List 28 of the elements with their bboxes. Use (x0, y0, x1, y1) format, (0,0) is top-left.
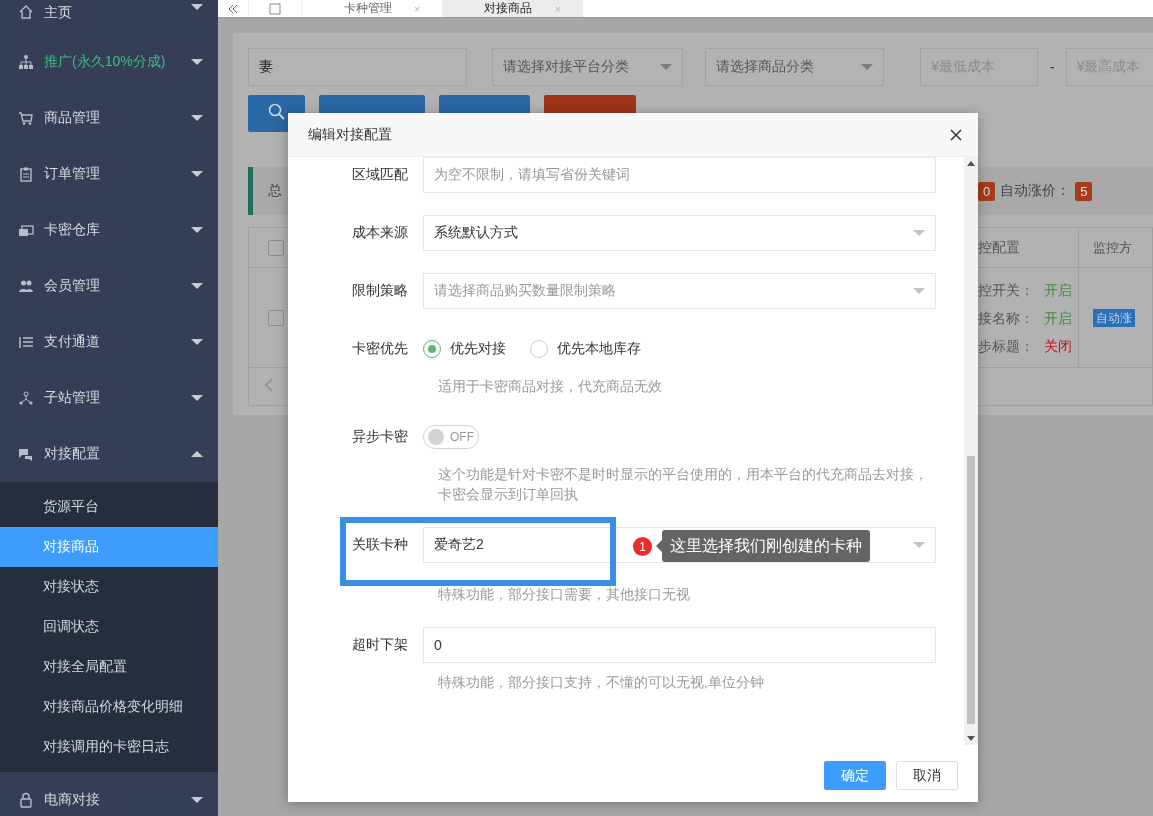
column-header: 监控方 (1092, 239, 1132, 255)
tooltip: 这里选择我们刚创建的卡种 (656, 530, 870, 562)
hint-text: 这个功能是针对卡密不是时时显示的平台使用的，用本平台的代充商品去对接，卡密会显示到订单回执 (438, 466, 929, 504)
dialog-title: 编辑对接配置 (308, 125, 392, 144)
stats-label: 总 (268, 182, 283, 200)
column-header: 控配置 (977, 238, 1020, 255)
hint-text: 特殊功能，部分接口需要，其他接口无视 (438, 586, 691, 604)
hint-text: 特殊功能，部分接口支持，不懂的可以无视,单位分钟 (438, 674, 765, 692)
status-tag: 自动涨 (1092, 308, 1135, 327)
field-label: 区域匹配 (351, 166, 409, 184)
status-text: 关闭 (1043, 337, 1072, 354)
field-label: 步标题： (977, 336, 1035, 356)
field-label: 卡密优先 (351, 340, 409, 358)
field-label: 接名称： (977, 308, 1035, 328)
field-label: 成本来源 (351, 224, 409, 242)
range-separator: - (1050, 59, 1055, 75)
count-badge: 5 (1075, 181, 1093, 201)
status-text: 开启 (1043, 281, 1072, 298)
stats-label: 自动涨价： (1000, 182, 1071, 200)
field-label: 超时下架 (351, 636, 409, 654)
field-label: 控开关： (977, 280, 1035, 300)
field-label: 异步卡密 (351, 428, 409, 446)
step-badge: 1 (633, 537, 652, 556)
hint-text: 适用于卡密商品对接，代充商品无效 (438, 378, 663, 396)
field-label: 关联卡种 (351, 536, 409, 554)
count-badge: 0 (978, 181, 996, 201)
status-text: 开启 (1043, 309, 1072, 326)
field-label: 限制策略 (351, 282, 409, 300)
